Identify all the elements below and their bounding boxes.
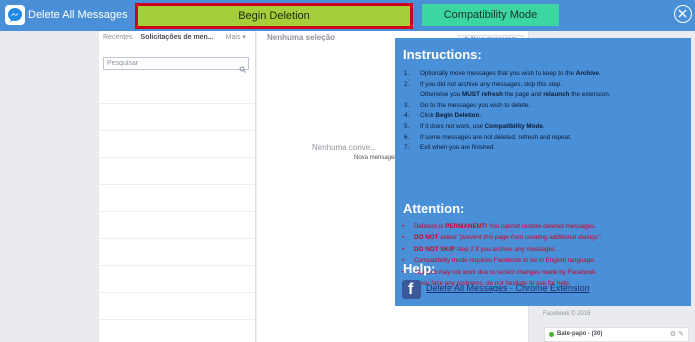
- warning-item: • Deletion is PERMANENT! You cannot resto…: [402, 223, 597, 230]
- list-item[interactable]: [99, 158, 255, 185]
- list-item[interactable]: [99, 77, 255, 104]
- search-placeholder: Pesquisar: [107, 60, 139, 67]
- help-heading: Help:: [403, 261, 436, 276]
- warning-item: • DO NOT SKIP step 2 if you archive any m…: [402, 245, 557, 253]
- step-3: 3. Go to the messages you wish to delete.: [404, 101, 531, 109]
- conversation-rows: [99, 77, 255, 320]
- attention-heading: Attention:: [403, 201, 465, 216]
- list-item[interactable]: [99, 212, 255, 239]
- list-item[interactable]: [99, 185, 255, 212]
- facebook-icon: f: [402, 280, 421, 299]
- step-4: 4. Click Begin Deletion.: [404, 112, 482, 120]
- begin-deletion-button[interactable]: Begin Deletion: [135, 3, 413, 29]
- warning-item: • Compatibility mode requires Facebook to…: [402, 257, 596, 265]
- chat-settings-icon[interactable]: ⚙ ✎: [670, 330, 684, 338]
- tab-requests[interactable]: Solicitações de men...: [141, 34, 214, 41]
- list-item[interactable]: [99, 104, 255, 131]
- warning-item: • The tool may not work due to recent cha…: [402, 268, 598, 276]
- tab-more[interactable]: Mais ▾: [226, 34, 246, 41]
- step-6: 6. If some messages are not deleted, refr…: [404, 133, 572, 141]
- instructions-panel: Instructions: 1. Optionally move messages…: [395, 38, 691, 306]
- step-5: 5. If it does not work, use Compatibility…: [404, 122, 545, 130]
- attention-list: • Deletion is PERMANENT! You cannot resto…: [402, 221, 682, 289]
- search-icon: [239, 60, 246, 78]
- conversation-list: Recentes Solicitações de men... Mais ▾ P…: [99, 31, 256, 342]
- instruction-steps: 1. Optionally move messages that you wish…: [404, 69, 684, 154]
- chat-bar[interactable]: Bate-papo · (30) ⚙ ✎: [544, 327, 689, 342]
- step-2-continued: Otherwise you MUST refresh the page and …: [420, 91, 611, 99]
- list-item[interactable]: [99, 131, 255, 158]
- compatibility-mode-button[interactable]: Compatibility Mode: [422, 4, 559, 26]
- step-1: 1. Optionally move messages that you wish…: [404, 70, 601, 77]
- close-icon[interactable]: [674, 5, 692, 23]
- extension-toolbar: Delete All Messages Begin Deletion Compa…: [0, 0, 695, 31]
- conversation-title: Nenhuma seleção: [267, 33, 336, 42]
- step-2: 2. If you did not archive any messages, s…: [404, 80, 563, 88]
- conversation-tabs: Recentes Solicitações de men... Mais ▾: [103, 33, 253, 47]
- list-item[interactable]: [99, 266, 255, 293]
- step-7: 7. Exit when you are finished.: [404, 144, 496, 152]
- online-indicator-icon: [549, 332, 554, 337]
- help-link[interactable]: Delete All Messages - Chrome Extension: [426, 283, 590, 293]
- instructions-heading: Instructions:: [403, 47, 482, 62]
- warning-item: • DO NOT select "prevent this page from c…: [402, 234, 602, 242]
- search-input[interactable]: Pesquisar: [103, 57, 249, 73]
- empty-state-link[interactable]: Nova mensagem: [354, 155, 399, 161]
- app-title: Delete All Messages: [28, 9, 128, 21]
- list-item[interactable]: [99, 239, 255, 266]
- messenger-icon: [5, 5, 25, 25]
- copyright-text: Facebook © 2016: [543, 311, 591, 317]
- chat-label: Bate-papo · (30): [557, 331, 603, 337]
- list-item[interactable]: [99, 293, 255, 320]
- tab-recent[interactable]: Recentes: [103, 34, 133, 41]
